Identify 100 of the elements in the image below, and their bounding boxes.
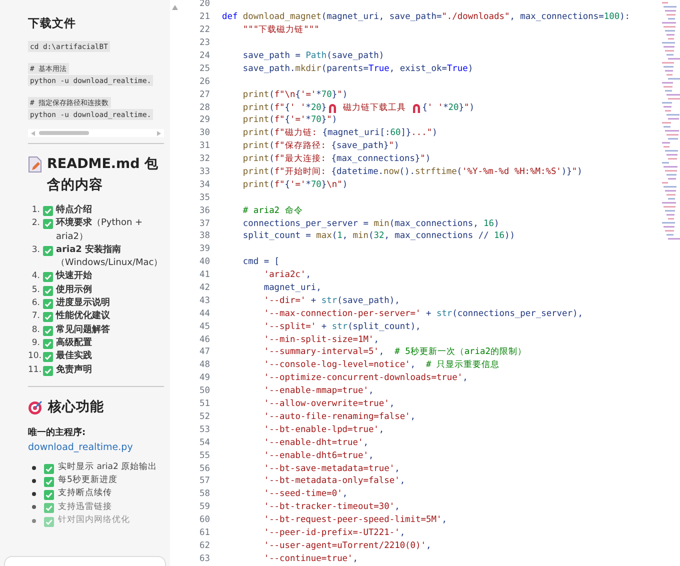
list-number: 8. (30, 324, 40, 337)
code-line: '--seed-time=0', (262, 488, 348, 500)
checkbox-icon (43, 272, 53, 282)
line-number: 46 (198, 334, 211, 346)
code-line: print(f"磁力链: {magnet_uri[:60]}...") (242, 127, 438, 140)
magnet-icon (328, 102, 337, 113)
line-number: 41 (198, 269, 211, 282)
checkbox-icon (43, 338, 53, 349)
horizontal-scrollbar[interactable] (28, 129, 164, 137)
code-line: '--summary-interval=5', # 5秒更新一次（aria2的限制） (262, 346, 526, 358)
line-number: 23 (198, 37, 211, 50)
magnet-icon (412, 102, 422, 113)
code-line: print(f"最大连接: {max_connections}") (242, 153, 431, 166)
checkbox-icon (44, 490, 54, 500)
line-number: 21 (198, 11, 211, 24)
line-number: 25 (198, 62, 211, 75)
bullet-icon (32, 492, 36, 496)
line-number: 34 (198, 178, 211, 191)
checkbox-icon (43, 299, 53, 310)
list-item-text: 特点介绍 (56, 204, 93, 217)
list-item-text: 常见问题解答 (56, 324, 111, 337)
line-number: 38 (198, 230, 211, 242)
line-number: 35 (198, 192, 211, 204)
line-number: 58 (198, 488, 211, 500)
code-line: print(f"{'='*70}") (242, 114, 338, 126)
line-number: 49 (198, 372, 211, 384)
code-line: print(f"\n{'='*70}") (242, 88, 348, 101)
bullet-icon (32, 518, 36, 523)
code-line: '--bt-enable-lpd=true', (262, 424, 384, 436)
checkbox-icon (43, 326, 53, 336)
line-number: 22 (198, 24, 211, 36)
line-number: 60 (198, 514, 211, 526)
line-number: 59 (198, 501, 211, 514)
feature-text: 支持断点续传 (58, 487, 112, 500)
code-line: '--split=' + str(split_count), (262, 320, 421, 333)
code-line: '--min-split-size=1M', (262, 334, 379, 346)
line-number: 30 (198, 127, 211, 140)
list-item-text: 进度显示说明 (56, 297, 111, 310)
line-number: 24 (198, 50, 211, 62)
code-line: '--bt-tracker-timeout=30', (262, 501, 400, 514)
line-number: 31 (198, 140, 211, 152)
target-icon (28, 400, 43, 415)
code-line: print(f"{' '*20} 磁力链下载工具 {' '*20}") (242, 102, 474, 114)
program-label: 唯一的主程序: (28, 426, 87, 439)
list-item-text: 性能优化建议 (56, 310, 111, 324)
scroll-up-icon[interactable] (172, 5, 178, 10)
line-number: 44 (198, 308, 211, 320)
list-number: 11. (28, 364, 40, 377)
section-heading: 核心功能 (48, 398, 104, 417)
code-line: '--bt-metadata-only=false', (262, 475, 406, 488)
code-line: '--bt-request-peer-speed-limit=5M', (262, 514, 447, 526)
code-line: save_path.mkdir(parents=True, exist_ok=True) (242, 62, 474, 75)
line-number: 42 (198, 282, 211, 294)
code-line: print(f"保存路径: {save_path}") (242, 140, 400, 152)
code-line: connections_per_server = min(max_connections, 16) (242, 218, 500, 230)
program-link[interactable]: download_realtime.py (28, 442, 164, 453)
list-item-text: aria2 安装指南（Windows/Linux/Mac） (56, 244, 164, 270)
checkbox-icon (44, 464, 54, 474)
line-number: 39 (198, 243, 211, 256)
code-line: '--continue=true', (262, 552, 358, 565)
code-line: # aria2 命令 (242, 204, 303, 217)
line-number: 40 (198, 256, 211, 268)
code-line: cmd = [ (242, 256, 280, 268)
feature-text: 每5秒更新进度 (58, 474, 118, 488)
code-line: '--max-connection-per-server=' + str(connections_per_server), (262, 308, 583, 320)
list-number: 6. (30, 297, 40, 310)
code-line: def download_magnet(magnet_uri, save_path="./downloads", max_connections=100): (222, 11, 630, 24)
code-line: split_count = max(1, min(32, max_connections // 16)) (242, 230, 515, 242)
line-number: 63 (198, 552, 211, 565)
line-number: 43 (198, 294, 211, 307)
list-item-text: 高级配置 (56, 336, 93, 350)
line-number: 54 (198, 436, 211, 449)
line-number: 20 (198, 0, 211, 10)
list-number: 10. (28, 350, 40, 364)
line-number: 47 (198, 346, 211, 358)
scroll-right-icon[interactable] (157, 130, 161, 136)
line-number: 33 (198, 166, 211, 178)
code-line: '--bt-save-metadata=true', (262, 462, 400, 474)
scroll-left-icon[interactable] (31, 130, 35, 136)
line-number: 62 (198, 540, 211, 552)
list-number: 7. (30, 310, 40, 324)
code-line: '--auto-file-renaming=false', (262, 410, 416, 423)
bullet-icon (32, 478, 36, 483)
feature-text: 支持迅雷链接 (58, 500, 112, 514)
checkbox-icon (44, 516, 54, 527)
code-line: '--dir=' + str(save_path), (262, 294, 400, 307)
code-line: '--enable-mmap=true', (262, 385, 374, 398)
checkbox-icon (43, 352, 53, 362)
line-number: 57 (198, 475, 211, 488)
section-heading: README.md 包含的内容 (47, 155, 160, 195)
code-line: '--user-agent=uTorrent/2210(0)', (262, 540, 432, 552)
line-number: 26 (198, 76, 211, 88)
list-number: 4. (30, 270, 40, 284)
line-number: 56 (198, 462, 211, 474)
list-number: 9. (30, 336, 40, 350)
code-line: '--optimize-concurrent-downloads=true', (262, 372, 468, 384)
line-number: 37 (198, 218, 211, 230)
checkbox-icon (43, 219, 53, 230)
checkbox-icon (43, 286, 53, 296)
list-item-text: 免责声明 (56, 364, 93, 377)
